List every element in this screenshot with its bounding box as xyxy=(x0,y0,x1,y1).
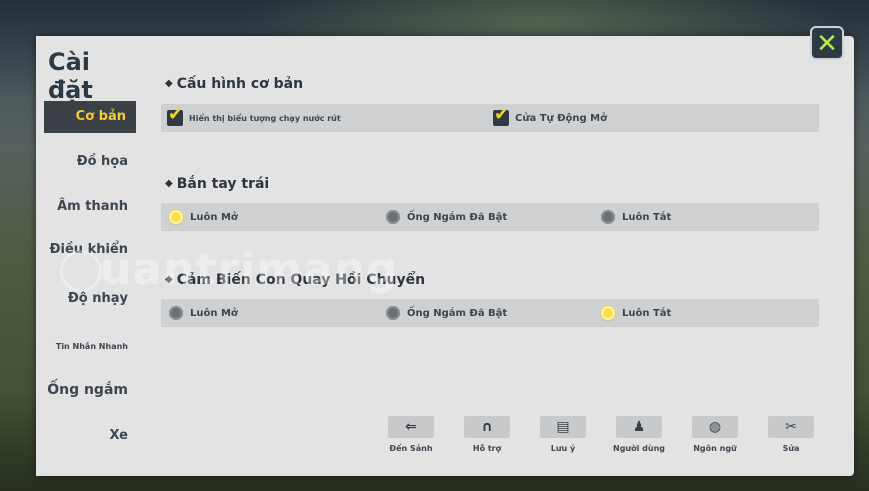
page-title: Cài đặt xyxy=(48,48,93,104)
gyro-always-off[interactable]: Luôn Tắt xyxy=(601,299,671,327)
gyro-always-on[interactable]: Luôn Mở xyxy=(169,299,238,327)
sidebar-item-sound[interactable]: Âm thanh xyxy=(38,199,128,214)
sidebar-item-basic[interactable]: Cơ bản xyxy=(44,101,136,133)
left-fire-always-on[interactable]: Luôn Mở xyxy=(169,203,238,231)
support-button[interactable]: ∩ Hỗ trợ xyxy=(457,416,517,453)
settings-content: ◆ Cấu hình cơ bản ✔ Hiển thị biểu tượng c… xyxy=(161,36,851,436)
checkbox-icon: ✔ xyxy=(493,104,510,126)
lobby-button[interactable]: ⇐ Đến Sảnh xyxy=(381,416,441,453)
radio-icon xyxy=(386,306,400,320)
section-title-basic: ◆ Cấu hình cơ bản xyxy=(165,76,304,92)
radio-icon xyxy=(169,306,183,320)
back-arrow-icon: ⇐ xyxy=(388,416,434,438)
gyro-scope-on[interactable]: Ống Ngắm Đã Bật xyxy=(386,299,507,327)
watermark: uantrimang xyxy=(100,244,399,295)
repair-button[interactable]: ✂ Sửa xyxy=(761,416,821,453)
sidebar-item-quick-chat[interactable]: Tin Nhắn Nhanh xyxy=(38,342,128,351)
language-button[interactable]: ◍ Ngôn ngữ xyxy=(685,416,745,453)
wrench-icon: ✂ xyxy=(768,416,814,438)
globe-icon: ◍ xyxy=(692,416,738,438)
sidebar-item-graphics[interactable]: Đồ họa xyxy=(38,154,128,169)
bottom-toolbar: ⇐ Đến Sảnh ∩ Hỗ trợ ▤ Lưu ý ♟ Người dùng… xyxy=(381,416,841,472)
radio-selected-icon xyxy=(601,306,615,320)
basic-options-row: ✔ Hiển thị biểu tượng chạy nước rút ✔ Cử… xyxy=(161,104,819,132)
user-icon: ♟ xyxy=(616,416,662,438)
section-title-left-fire: ◆ Bắn tay trái xyxy=(165,176,270,192)
sidebar-item-vehicle[interactable]: Xe xyxy=(38,428,129,443)
notes-button[interactable]: ▤ Lưu ý xyxy=(533,416,593,453)
headset-icon: ∩ xyxy=(464,416,510,438)
radio-icon xyxy=(601,210,615,224)
left-fire-always-off[interactable]: Luôn Tắt xyxy=(601,203,671,231)
sidebar-item-scope[interactable]: Ống ngắm xyxy=(38,382,128,398)
radio-selected-icon xyxy=(169,210,183,224)
checkbox-icon: ✔ xyxy=(167,104,184,126)
radio-icon xyxy=(386,210,400,224)
left-fire-options-row: Luôn Mở Ống Ngắm Đã Bật Luôn Tắt xyxy=(161,203,819,231)
user-button[interactable]: ♟ Người dùng xyxy=(609,416,669,453)
note-icon: ▤ xyxy=(540,416,586,438)
gyro-options-row: Luôn Mở Ống Ngắm Đã Bật Luôn Tắt xyxy=(161,299,819,327)
left-fire-scope-on[interactable]: Ống Ngắm Đã Bật xyxy=(386,203,507,231)
sprint-icon-checkbox[interactable]: ✔ Hiển thị biểu tượng chạy nước rút xyxy=(167,104,341,132)
auto-door-checkbox[interactable]: ✔ Cửa Tự Động Mở xyxy=(493,104,607,132)
